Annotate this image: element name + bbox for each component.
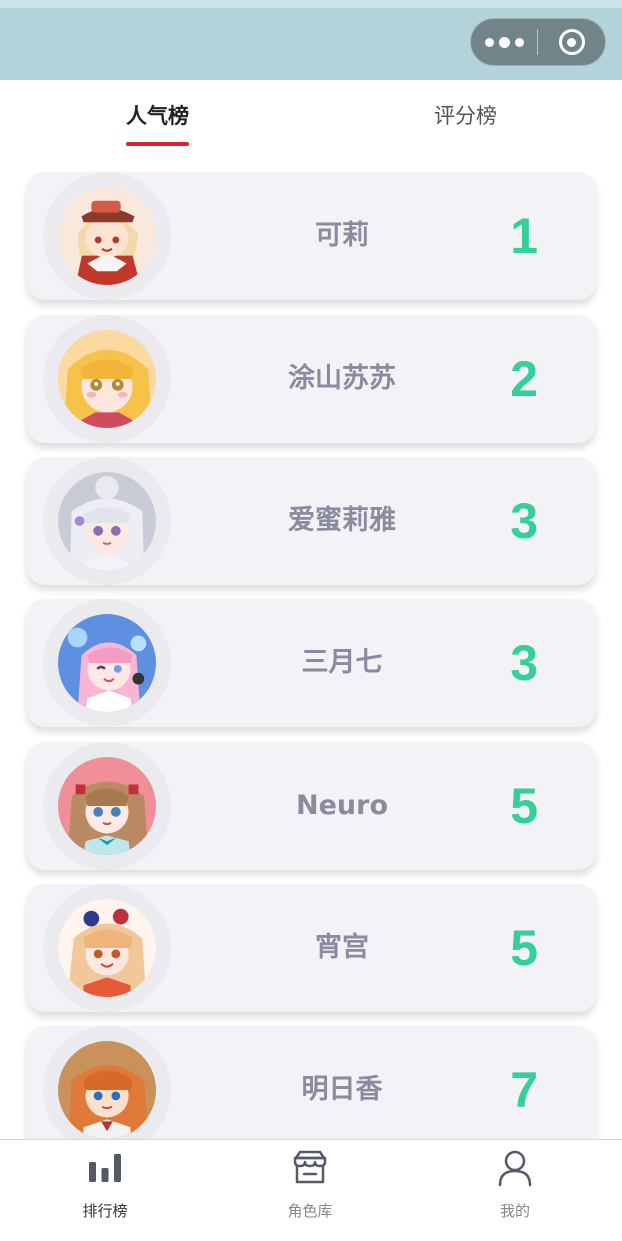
ranking-item-tushan-susu[interactable]: 涂山苏苏 2 xyxy=(27,315,596,443)
avatar xyxy=(58,757,156,855)
rank-number: 3 xyxy=(510,635,538,691)
more-options-icon[interactable] xyxy=(471,19,537,65)
character-name: Neuro xyxy=(296,790,388,821)
user-icon xyxy=(498,1150,532,1187)
tab-rating[interactable]: 评分榜 xyxy=(408,100,523,150)
avatar xyxy=(58,614,156,712)
avatar xyxy=(58,1041,156,1139)
tabbar-label: 排行榜 xyxy=(82,1202,128,1220)
ranking-item-march-7th[interactable]: 三月七 3 xyxy=(27,599,596,727)
rank-number: 2 xyxy=(510,351,538,407)
avatar xyxy=(58,472,156,570)
store-icon xyxy=(293,1150,327,1184)
rank-number: 5 xyxy=(510,778,538,834)
ranking-item-asuka[interactable]: 明日香 7 xyxy=(27,1026,596,1140)
character-name: 涂山苏苏 xyxy=(288,363,396,394)
rank-number: 7 xyxy=(510,1062,538,1118)
character-name: 明日香 xyxy=(301,1074,383,1105)
ranking-tabs: 人气榜 评分榜 xyxy=(0,80,622,160)
avatar xyxy=(58,330,156,428)
rank-number: 3 xyxy=(510,493,538,549)
avatar xyxy=(58,187,156,285)
avatar-frame xyxy=(43,884,171,1012)
character-name: 宵宫 xyxy=(315,932,369,963)
tabbar-item-ranking[interactable]: 排行榜 xyxy=(45,1148,165,1228)
character-name: 可莉 xyxy=(315,220,369,251)
close-mini-program-icon[interactable] xyxy=(538,19,605,65)
avatar-frame xyxy=(43,742,171,870)
bottom-tab-bar: 排行榜 角色库 我的 xyxy=(0,1139,622,1241)
avatar-frame xyxy=(43,599,171,727)
avatar xyxy=(58,899,156,997)
avatar-frame xyxy=(43,1026,171,1140)
tabbar-label: 角色库 xyxy=(287,1202,333,1220)
avatar-frame xyxy=(43,172,171,300)
bar-chart-icon xyxy=(89,1154,121,1182)
character-name: 爱蜜莉雅 xyxy=(288,505,396,536)
ranking-item-klee[interactable]: 可莉 1 xyxy=(27,172,596,300)
ranking-item-yoimiya[interactable]: 宵宫 5 xyxy=(27,884,596,1012)
capsule-menu xyxy=(470,18,606,66)
tabbar-item-mine[interactable]: 我的 xyxy=(455,1148,575,1228)
tabbar-item-character-library[interactable]: 角色库 xyxy=(250,1148,370,1228)
ranking-list: 可莉 1 涂山苏苏 2 爱蜜莉雅 3 三月七 3 Neuro 5 宵宫 5 明日… xyxy=(0,160,622,1140)
ranking-item-emilia[interactable]: 爱蜜莉雅 3 xyxy=(27,457,596,585)
ranking-item-neuro[interactable]: Neuro 5 xyxy=(27,742,596,870)
rank-number: 5 xyxy=(510,920,538,976)
character-name: 三月七 xyxy=(301,647,383,678)
nav-bar xyxy=(0,0,622,80)
active-tab-indicator xyxy=(126,142,189,146)
rank-number: 1 xyxy=(510,208,538,264)
mini-program-page: 人气榜 评分榜 可莉 1 涂山苏苏 2 爱蜜莉雅 3 三月七 3 Neuro 5… xyxy=(0,0,622,1241)
tabbar-label: 我的 xyxy=(499,1202,530,1220)
avatar-frame xyxy=(43,315,171,443)
avatar-frame xyxy=(43,457,171,585)
